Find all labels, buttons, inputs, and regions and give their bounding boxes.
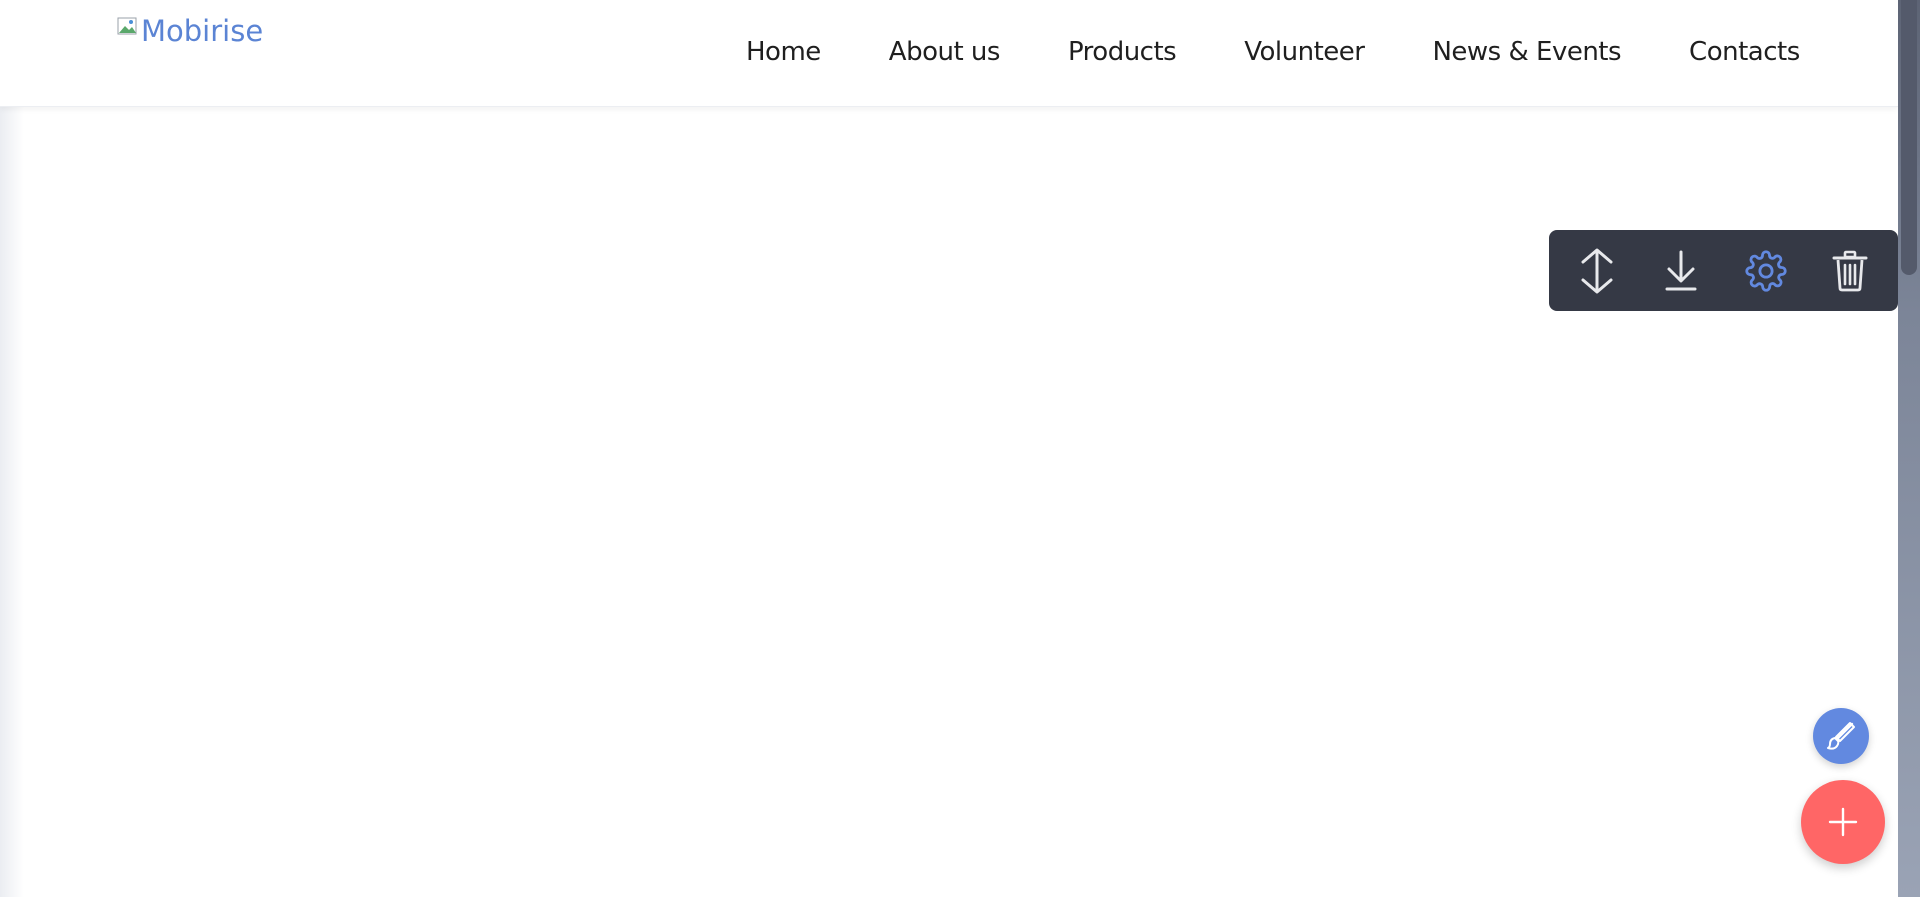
- gear-icon: [1745, 249, 1787, 292]
- nav-link-about-us[interactable]: About us: [889, 30, 1001, 74]
- nav-item-contacts: Contacts: [1689, 30, 1800, 74]
- page: Mobirise Home About us Products Voluntee…: [0, 0, 1920, 897]
- save-block-button[interactable]: [1651, 241, 1711, 301]
- move-block-button[interactable]: [1567, 241, 1627, 301]
- nav-item-volunteer: Volunteer: [1244, 30, 1365, 74]
- nav-item-news: News & Events: [1432, 30, 1621, 74]
- main-nav: Home About us Products Volunteer News & …: [746, 30, 1800, 74]
- edit-style-button[interactable]: [1813, 708, 1869, 764]
- nav-item-about: About us: [889, 30, 1001, 74]
- trash-icon: [1832, 250, 1868, 291]
- block-toolbar: [1549, 230, 1898, 311]
- nav-item-products: Products: [1068, 30, 1177, 74]
- brush-icon: [1827, 722, 1855, 750]
- vertical-scrollbar[interactable]: [1898, 0, 1920, 897]
- nav-link-home[interactable]: Home: [746, 30, 821, 74]
- left-edge-shadow: [0, 0, 24, 897]
- broken-image-icon: [117, 17, 137, 35]
- download-icon: [1665, 250, 1697, 290]
- nav-link-news-events[interactable]: News & Events: [1432, 30, 1621, 74]
- add-block-button[interactable]: [1801, 780, 1885, 864]
- nav-link-products[interactable]: Products: [1068, 30, 1177, 74]
- nav-link-contacts[interactable]: Contacts: [1689, 30, 1800, 74]
- scrollbar-thumb[interactable]: [1901, 0, 1917, 275]
- move-updown-icon: [1581, 248, 1613, 293]
- delete-block-button[interactable]: [1820, 241, 1880, 301]
- nav-item-home: Home: [746, 30, 821, 74]
- plus-icon: [1828, 807, 1858, 837]
- navbar: Mobirise Home About us Products Voluntee…: [0, 0, 1898, 107]
- logo-alt-text: Mobirise: [141, 14, 264, 48]
- logo-link[interactable]: Mobirise: [117, 14, 263, 48]
- nav-link-volunteer[interactable]: Volunteer: [1244, 30, 1365, 74]
- block-settings-button[interactable]: [1736, 241, 1796, 301]
